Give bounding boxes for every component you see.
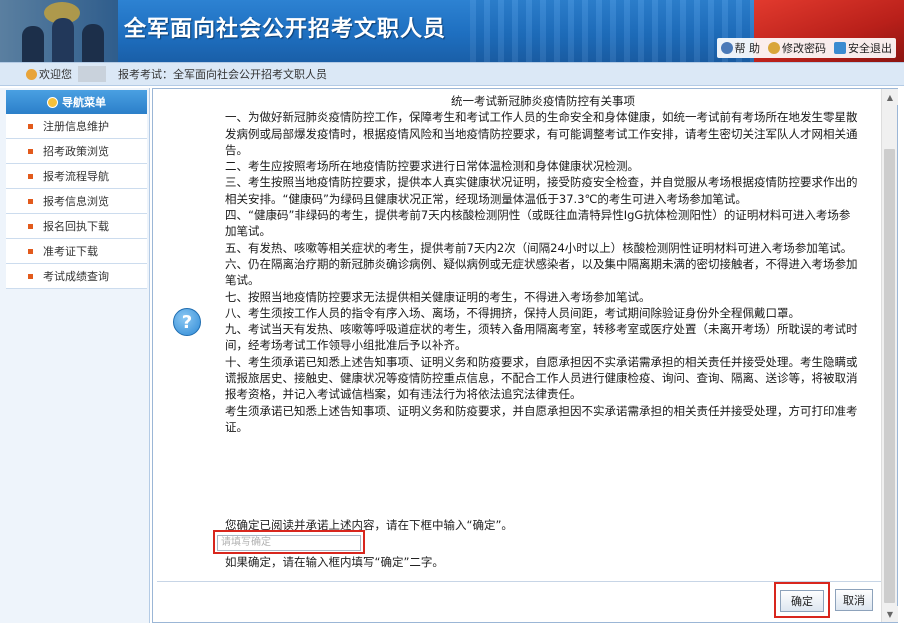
figure-shape xyxy=(82,24,104,62)
notice-paragraph: 九、考试当天有发热、咳嗽等呼吸道症状的考生，须转入备用隔离考室，转移考室或医疗处… xyxy=(225,322,858,353)
notice-paragraph: 十、考生须承诺已知悉上述告知事项、证明义务和防疫要求，自愿承担因不实承诺需承担的… xyxy=(225,354,858,402)
sidebar-item-label: 准考证下载 xyxy=(43,245,98,258)
site-title: 全军面向社会公开招考文职人员 xyxy=(124,17,447,42)
confirm-input[interactable] xyxy=(217,534,361,551)
status-bar: 欢迎您 报考考试：全军面向社会公开招考文职人员 xyxy=(0,62,904,86)
scroll-down-icon[interactable]: ▼ xyxy=(882,606,898,622)
bullet-icon xyxy=(28,273,33,279)
logout-link[interactable]: 安全退出 xyxy=(834,40,892,56)
header-banner: 全军面向社会公开招考文职人员 帮 助 修改密码 安全退出 xyxy=(0,0,904,62)
user-icon xyxy=(26,68,37,80)
confirm-hint: 如果确定，请在输入框内填写“确定”二字。 xyxy=(225,555,444,569)
sidebar-item-label: 招考政策浏览 xyxy=(43,145,109,158)
sidebar-item-receipt-download[interactable]: 报名回执下载 xyxy=(6,214,147,239)
notice-paragraph: 一、为做好新冠肺炎疫情防控工作，保障考生和考试工作人员的生命安全和身体健康，如统… xyxy=(225,110,858,157)
help-link-label: 帮 助 xyxy=(734,42,761,55)
question-icon: ? xyxy=(173,308,201,336)
bullet-icon xyxy=(28,123,33,129)
confirm-input-highlight xyxy=(213,530,365,554)
ok-button-highlight: 确定 xyxy=(774,582,830,618)
sidebar: 导航菜单 注册信息维护 招考政策浏览 报考流程导航 报考信息浏览 报名回执下载 … xyxy=(0,88,150,623)
figure-shape xyxy=(52,18,74,62)
nav-menu-heading-label: 导航菜单 xyxy=(62,96,106,109)
sidebar-item-label: 考试成绩查询 xyxy=(43,270,109,283)
ok-button[interactable]: 确定 xyxy=(780,590,824,612)
notice-dialog: ? 统一考试新冠肺炎疫情防控有关事项 一、为做好新冠肺炎疫情防控工作，保障考生和… xyxy=(157,89,885,619)
logout-icon xyxy=(834,42,846,54)
sidebar-item-label: 报名回执下载 xyxy=(43,220,109,233)
scroll-up-icon[interactable]: ▲ xyxy=(882,89,898,105)
notice-paragraph: 八、考生须按工作人员的指令有序入场、离场，不得拥挤，保持人员间距，考试期间除验证… xyxy=(225,305,800,320)
sidebar-item-policy[interactable]: 招考政策浏览 xyxy=(6,139,147,164)
key-icon xyxy=(768,42,780,54)
nav-menu-heading: 导航菜单 xyxy=(6,90,147,114)
notice-paragraph: 三、考生按照当地疫情防控要求，提供本人真实健康状况证明，接受防疫安全检查，并自觉… xyxy=(225,175,858,206)
header-figures-image xyxy=(0,0,118,62)
sidebar-item-process-guide[interactable]: 报考流程导航 xyxy=(6,164,147,189)
sidebar-item-admission-ticket[interactable]: 准考证下载 xyxy=(6,239,147,264)
vertical-scrollbar[interactable]: ▲ ▼ xyxy=(881,89,898,622)
notice-paragraph: 七、按照当地疫情防控要求无法提供相关健康证明的考生，不得进入考场参加笔试。 xyxy=(225,289,651,304)
notice-paragraph: 五、有发热、咳嗽等相关症状的考生，提供考前7天内2次（间隔24小时以上）核酸检测… xyxy=(225,240,853,255)
welcome-text: 欢迎您 xyxy=(39,68,72,81)
notice-heading: 统一考试新冠肺炎疫情防控有关事项 xyxy=(451,94,635,108)
bullet-icon xyxy=(28,173,33,179)
bullet-icon xyxy=(28,223,33,229)
figure-shape xyxy=(22,26,44,62)
bullet-icon xyxy=(28,198,33,204)
help-link[interactable]: 帮 助 xyxy=(720,40,761,56)
notice-paragraph: 考生须承诺已知悉上述告知事项、证明义务和防疫要求，并自愿承担因不实承诺需承担的相… xyxy=(225,403,858,434)
sidebar-item-application-info[interactable]: 报考信息浏览 xyxy=(6,189,147,214)
cancel-button[interactable]: 取消 xyxy=(835,589,873,611)
logout-label: 安全退出 xyxy=(848,42,892,55)
breadcrumb: 报考考试：全军面向社会公开招考文职人员 xyxy=(118,68,327,81)
help-icon xyxy=(720,42,733,54)
notice-paragraph: 二、考生应按照考场所在地疫情防控要求进行日常体温检测和身体健康状况检测。 xyxy=(225,159,639,174)
top-links: 帮 助 修改密码 安全退出 xyxy=(716,38,896,58)
notice-paragraph: 四、“健康码”非绿码的考生，提供考前7天内核酸检测阴性（或既往血清特异性IgG抗… xyxy=(225,208,851,239)
sidebar-item-label: 报考信息浏览 xyxy=(43,195,109,208)
notice-text: 统一考试新冠肺炎疫情防控有关事项 一、为做好新冠肺炎疫情防控工作，保障考生和考试… xyxy=(225,93,861,435)
scrollbar-thumb[interactable] xyxy=(884,149,895,603)
sidebar-item-registration-info[interactable]: 注册信息维护 xyxy=(6,114,147,139)
username-redacted xyxy=(78,66,106,82)
chevron-down-icon xyxy=(47,96,58,108)
change-password-link[interactable]: 修改密码 xyxy=(768,40,826,56)
notice-paragraph: 六、仍在隔离治疗期的新冠肺炎确诊病例、疑似病例或无症状感染者，以及集中隔离期未满… xyxy=(225,256,858,288)
sidebar-item-label: 注册信息维护 xyxy=(43,120,109,133)
bullet-icon xyxy=(28,248,33,254)
change-password-label: 修改密码 xyxy=(782,42,826,55)
sidebar-item-score-query[interactable]: 考试成绩查询 xyxy=(6,264,147,289)
bullet-icon xyxy=(28,148,33,154)
main-content: ? 统一考试新冠肺炎疫情防控有关事项 一、为做好新冠肺炎疫情防控工作，保障考生和… xyxy=(152,88,898,623)
sidebar-item-label: 报考流程导航 xyxy=(43,170,109,183)
